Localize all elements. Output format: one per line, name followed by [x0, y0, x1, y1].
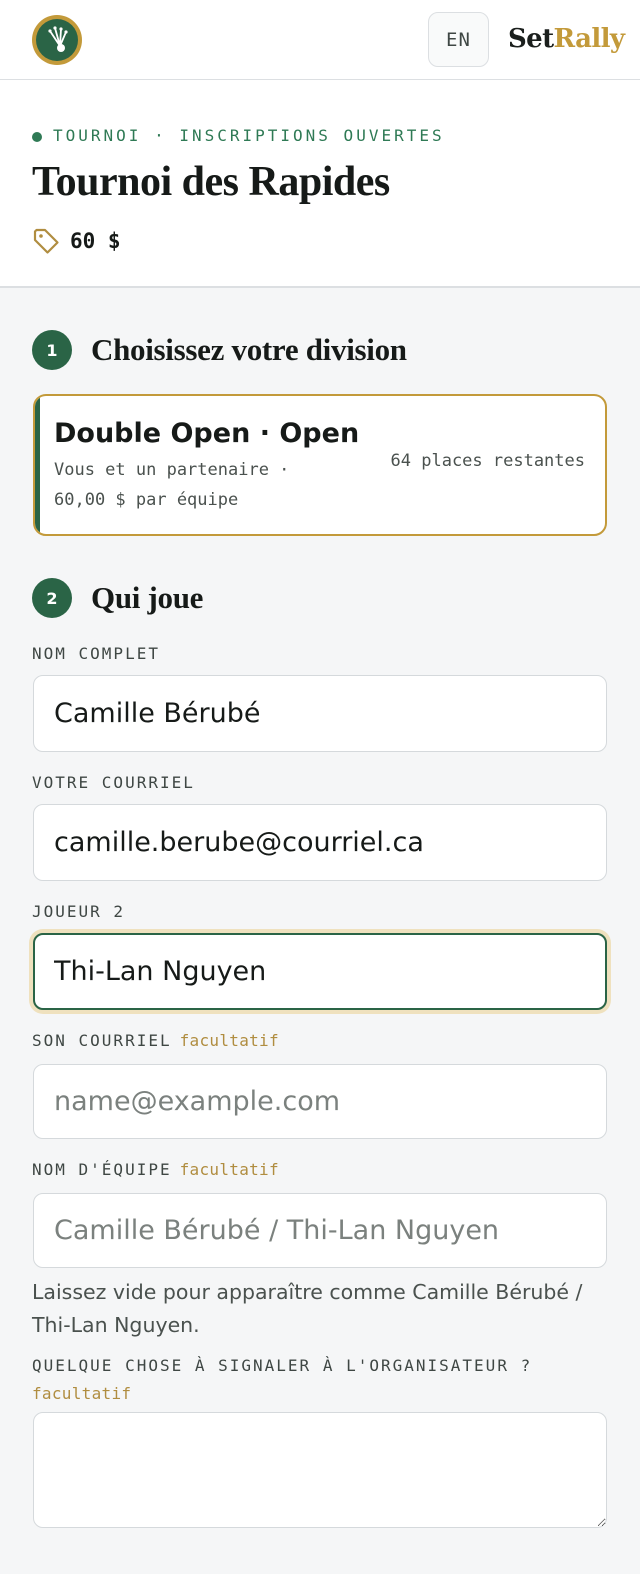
price-value: 60 $: [70, 229, 121, 253]
shuttlecock-icon[interactable]: [32, 15, 82, 65]
step-number-badge: 2: [32, 578, 72, 618]
team-name-input[interactable]: [33, 1193, 607, 1268]
division-name: Double Open · Open: [54, 418, 360, 449]
notes-label: QUELQUE CHOSE À SIGNALER À L'ORGANISATEU…: [32, 1356, 533, 1403]
brand-part-1: Set: [508, 24, 554, 54]
full-name-label: NOM COMPLET: [32, 644, 160, 663]
brand-part-2: Rally: [553, 24, 626, 54]
status-dot: [32, 131, 42, 142]
optional-tag: facultatif: [179, 1160, 279, 1179]
optional-tag: facultatif: [32, 1384, 132, 1403]
brand-wordmark[interactable]: SetRally: [508, 20, 626, 58]
step-title: Choisissez votre division: [91, 332, 407, 367]
page-title: Tournoi des Rapides: [32, 159, 390, 205]
optional-tag: facultatif: [179, 1031, 279, 1050]
email-input[interactable]: [33, 804, 607, 881]
email-label: VOTRE COURRIEL: [32, 773, 195, 792]
team-name-hint: Laissez vide pour apparaître comme Camil…: [32, 1280, 583, 1337]
places-remaining: 64 places restantes: [390, 451, 585, 471]
division-option-card[interactable]: Double Open · Open Vous et un partenaire…: [33, 394, 607, 536]
price-tag-icon: [33, 228, 59, 254]
step-2-header: 2 Qui joue: [32, 578, 203, 618]
language-toggle-button[interactable]: EN: [428, 12, 489, 67]
team-name-label: NOM D'ÉQUIPE facultatif: [32, 1160, 279, 1179]
top-bar: EN SetRally: [0, 0, 640, 80]
event-price: 60 $: [32, 227, 121, 255]
player2-email-input[interactable]: [33, 1064, 607, 1139]
player2-email-label: SON COURRIEL facultatif: [32, 1031, 279, 1050]
step-1-header: 1 Choisissez votre division: [32, 330, 407, 370]
full-name-input[interactable]: [33, 675, 607, 752]
event-status-text: TOURNOI · INSCRIPTIONS OUVERTES: [53, 125, 445, 145]
step-title: Qui joue: [91, 580, 204, 615]
selected-indicator-bar: [35, 396, 40, 534]
step-number-badge: 1: [32, 330, 72, 370]
division-description: Vous et un partenaire · 60,00 $ par équi…: [54, 460, 290, 510]
notes-textarea[interactable]: [33, 1412, 607, 1528]
player2-name-input[interactable]: [33, 933, 607, 1010]
player2-label: JOUEUR 2: [32, 902, 126, 921]
event-status-eyebrow: TOURNOI · INSCRIPTIONS OUVERTES: [32, 124, 445, 146]
